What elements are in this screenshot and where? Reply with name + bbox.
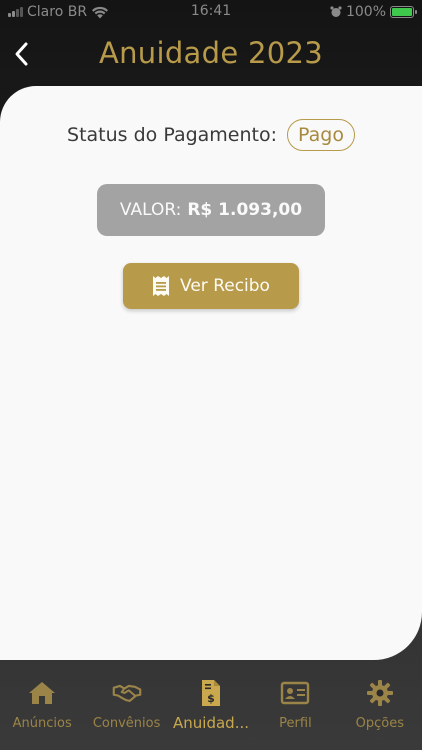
- header: Anuidade 2023: [0, 24, 422, 88]
- status-bar: Claro BR 16:41 100%: [0, 0, 422, 24]
- valor-amount: R$ 1.093,00: [187, 200, 303, 220]
- valor-label: VALOR:: [119, 200, 182, 220]
- battery-percent: 100%: [345, 4, 386, 20]
- nav-label-convenios: Convênios: [92, 716, 161, 731]
- gear-icon: [366, 680, 393, 706]
- content-card: Status do Pagamento: Pago VALOR: R$ 1.09…: [0, 86, 422, 660]
- invoice-icon: $: [202, 680, 221, 706]
- page-title: Anuidade 2023: [98, 36, 323, 70]
- handshake-icon: [112, 684, 141, 702]
- bottom-nav: Anúncios Convênios $ Anuidad... Perfil O…: [0, 672, 422, 750]
- payment-status-badge: Pago: [287, 119, 355, 151]
- nav-item-convenios[interactable]: Convênios: [84, 672, 168, 750]
- app-screen: Claro BR 16:41 100% Anuidade 2023 Status…: [0, 0, 422, 750]
- alarm-icon: [330, 6, 342, 17]
- payment-status-row: Status do Pagamento: Pago: [0, 119, 422, 151]
- battery-icon: [390, 6, 417, 18]
- nav-item-perfil[interactable]: Perfil: [253, 672, 337, 750]
- home-icon: [29, 682, 56, 704]
- receipt-icon: [153, 276, 170, 296]
- nav-label-anuncios: Anúncios: [12, 716, 72, 731]
- nav-item-anuidade[interactable]: $ Anuidad...: [169, 672, 253, 750]
- payment-status-label: Status do Pagamento:: [67, 124, 278, 146]
- ver-recibo-button[interactable]: Ver Recibo: [123, 263, 299, 309]
- id-card-icon: [281, 681, 310, 705]
- nav-label-perfil: Perfil: [279, 716, 312, 731]
- nav-label-opcoes: Opções: [355, 716, 404, 731]
- nav-item-opcoes[interactable]: Opções: [338, 672, 422, 750]
- valor-box: VALOR: R$ 1.093,00: [97, 184, 325, 236]
- nav-item-anuncios[interactable]: Anúncios: [0, 672, 84, 750]
- ver-recibo-label: Ver Recibo: [180, 276, 270, 296]
- nav-label-anuidade: Anuidad...: [173, 714, 249, 732]
- status-bar-right: 100%: [330, 4, 417, 20]
- svg-text:$: $: [207, 692, 215, 705]
